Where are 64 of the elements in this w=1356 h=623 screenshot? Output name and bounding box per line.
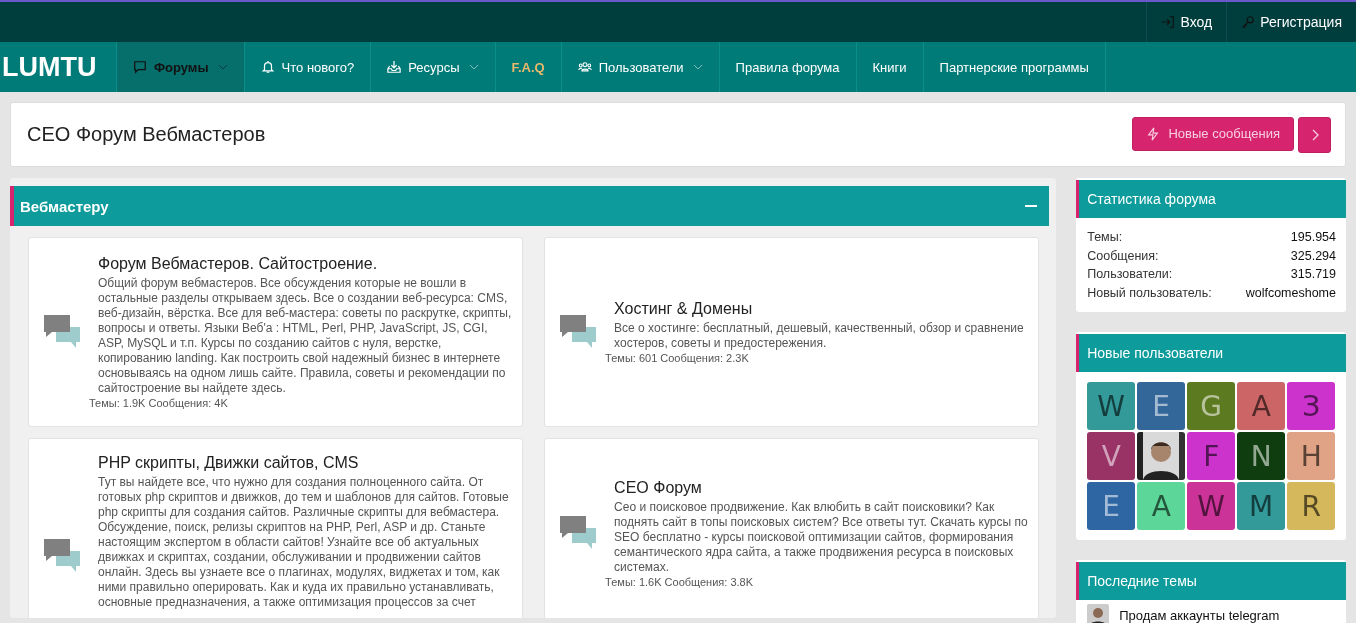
speech-bubbles-icon (560, 516, 599, 550)
panel-title: Новые пользователи (1087, 345, 1224, 361)
user-avatar[interactable]: A (1237, 382, 1286, 430)
forum-title[interactable]: СЕО Форум (614, 478, 1029, 497)
forum-stats: Темы: 1.9K Сообщения: 4K (89, 397, 229, 409)
user-avatar[interactable]: З (1287, 382, 1336, 430)
section-title[interactable]: Вебмастеру (20, 197, 109, 215)
stat-value: wolfcomeshome (1245, 284, 1336, 302)
user-avatar[interactable]: A (1137, 482, 1186, 530)
forum-description: Сео и поисковое продвижение. Как влюбить в сайт поисковики? Как поднять сайт в топы поисковых систем? Все ответы тут. Скачать курсы по SEO бесплатно - курсы поисковой оптимизации сайтов, формирования семантического ядра сайта, а также продвижения ресурса в поисковых системах. (614, 499, 1029, 575)
nav-tab[interactable]: Партнерские программы (923, 42, 1106, 92)
nav-tab[interactable]: Форумы (117, 42, 245, 92)
nav-tab[interactable]: Правила форума (719, 42, 857, 92)
speech-bubbles-icon (44, 538, 82, 573)
stat-value: 315.719 (1290, 266, 1336, 283)
caret-icon[interactable] (217, 64, 228, 70)
forum-stats: Темы: 601 Сообщения: 2.3K (605, 352, 750, 364)
link-label: Вход (1180, 14, 1213, 30)
stat-label: Новый пользователь: (1087, 284, 1212, 302)
user-avatar[interactable]: E (1087, 482, 1136, 530)
stat-label: Сообщения: (1087, 247, 1159, 265)
user-avatar[interactable]: H (1287, 432, 1336, 480)
site-logo[interactable]: LUMTU (2, 51, 97, 83)
user-avatar[interactable]: E (1137, 382, 1186, 430)
user-avatar[interactable]: V (1087, 432, 1136, 480)
next-button[interactable] (1298, 116, 1331, 153)
panel-title: Последние темы (1087, 573, 1197, 589)
speech-bubbles-icon (560, 315, 599, 349)
user-avatar[interactable]: F (1187, 432, 1236, 480)
user-avatar[interactable]: W (1187, 482, 1236, 530)
forum-title[interactable]: PHP скрипты, Движки сайтов, CMS (98, 454, 513, 472)
nav-tab[interactable]: F.A.Q (495, 42, 562, 92)
chevron-right-icon (1310, 128, 1319, 141)
user-avatar[interactable]: W (1087, 382, 1136, 430)
panel-title: Статистика форума (1087, 191, 1216, 207)
user-avatar[interactable]: N (1237, 432, 1286, 480)
nav-tab[interactable]: Книги (856, 42, 924, 92)
download-icon (387, 60, 402, 74)
users-icon (577, 60, 592, 74)
forum-description: Общий форум вебмастеров. Все обсуждения которые не вошли в остальные разделы открываем здесь. Все о создании веб-ресурса: CMS, веб-дизайн, вёрстка. Все для веб-мастера: советы по раскрутке, скрипты, вопросы и ответы. Языки Веб'а : HTML, Perl, PHP, JavaScript, JS, CGI, ASP, MySQL и т.п. Курсы по созданию сайтов с нуля, верстке, копированию landing. Как построить свой надежный бизнес в интернете основываясь на одном лишь сайте. Правила, советы и рекомендации по сайтостроение вы найдете здесь. (98, 276, 513, 396)
nav-tab[interactable]: Что нового? (244, 42, 372, 92)
bell-icon (260, 60, 275, 74)
user-avatar[interactable]: M (1237, 482, 1286, 530)
forum-title[interactable]: Хостинг & Домены (614, 300, 1029, 318)
speech-bubbles-icon (44, 315, 82, 349)
stat-value: 195.954 (1290, 229, 1336, 246)
key-icon (1241, 15, 1256, 29)
speech-bubble-icon (133, 60, 147, 74)
stat-label: Темы: (1087, 229, 1123, 246)
page-title: СЕО Форум Вебмастеров (27, 123, 266, 146)
user-avatar[interactable]: G (1187, 382, 1236, 430)
nav-tab[interactable]: Пользователи (561, 42, 720, 92)
forum-stats: Темы: 1.6K Сообщения: 3.8K (605, 575, 755, 588)
stat-value: 325.294 (1290, 247, 1336, 265)
stat-label: Пользователи: (1087, 266, 1173, 283)
lightning-icon (1146, 126, 1161, 141)
login-icon (1161, 15, 1176, 29)
forum-description: Тут вы найдете все, что нужно для создания полноценного сайта. От готовых php скриптов и движков, до тем и шаблонов для сайтов. Готовые php скрипты для создания сайтов. Различные скрипты для вебмастера. Обсуждение, поиск, релизы скриптов на PHP, Perl, ASP и др. Станьте настоящим экспертом в области сайтов! Узнайте все об актуальных движках и скриптах, создании, обслуживании и продвижении сайтов онлайн. Здесь вы узнаете все о плагинах, модулях, виджетах и том, как ними правильно оперировать. Как и куда их правильно устанавливать, основные предназначения, а также оптимизация процессов за счет (98, 475, 510, 610)
user-avatar[interactable]: R (1287, 482, 1336, 530)
nav-tab[interactable]: Ресурсы (371, 42, 496, 92)
forum-description: Все о хостинге: бесплатный, дешевый, качественный, обзор и сравнение хостеров, советы и предостережения. (614, 321, 1025, 351)
topic-link[interactable]: Продам аккаунты telegram (1119, 607, 1280, 623)
link-label: Регистрация (1260, 14, 1342, 30)
forum-title[interactable]: Форум Вебмастеров. Сайтостроение. (98, 255, 513, 273)
